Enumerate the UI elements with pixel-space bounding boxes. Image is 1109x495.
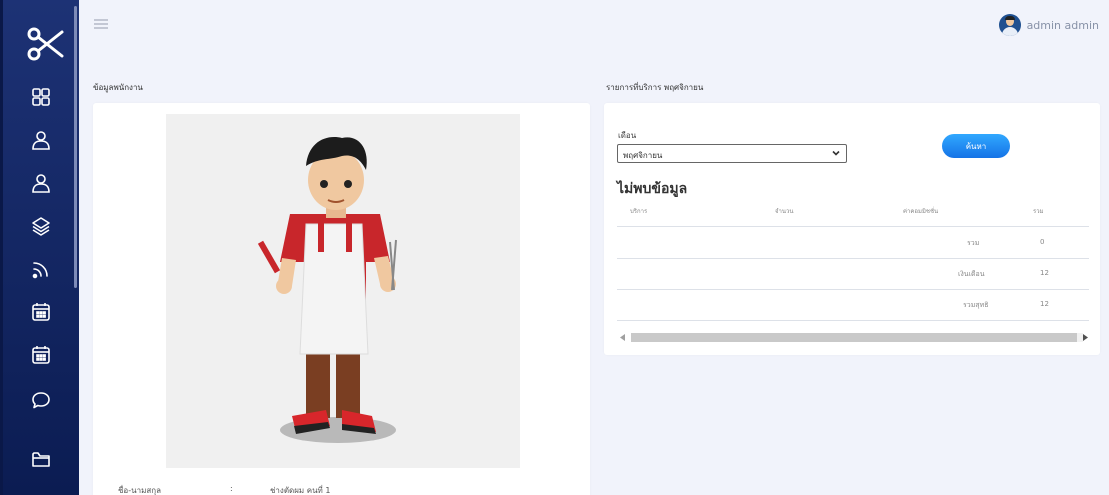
- summary-value: 12: [1040, 269, 1049, 277]
- column-header-service: บริการ: [630, 208, 648, 215]
- scissors-icon[interactable]: [26, 26, 66, 62]
- user-menu[interactable]: admin admin: [998, 14, 1099, 36]
- column-header-quantity: จำนวน: [775, 208, 794, 215]
- avatar: [998, 14, 1021, 36]
- summary-label: รวมสุทธิ: [963, 301, 989, 309]
- employee-name-value: ช่างตัดผม คนที่ 1: [270, 486, 331, 495]
- sidebar-item-chat[interactable]: [26, 385, 56, 415]
- sidebar-item-feed[interactable]: [26, 254, 56, 284]
- folder-icon: [32, 452, 50, 467]
- employee-section-title: ข้อมูลพนักงาน: [93, 83, 143, 92]
- month-select[interactable]: พฤศจิกายน: [617, 144, 847, 163]
- sidebar-scrollbar[interactable]: [74, 6, 77, 288]
- user-icon: [32, 174, 50, 193]
- rss-feed-icon: [32, 262, 48, 279]
- sidebar-item-dashboard[interactable]: [26, 82, 56, 112]
- sidebar: [0, 0, 79, 495]
- employee-name-row: ชื่อ-นามสกุล : ช่างตัดผม คนที่ 1: [118, 484, 330, 495]
- scroll-right-icon[interactable]: [1082, 334, 1088, 341]
- table-row-divider: [617, 258, 1089, 259]
- sidebar-item-calendar[interactable]: [26, 297, 56, 327]
- employee-photo: [166, 114, 520, 468]
- summary-value: 12: [1040, 300, 1049, 308]
- sidebar-item-user[interactable]: [26, 125, 56, 155]
- calendar-icon: [32, 303, 50, 321]
- summary-label: เงินเดือน: [958, 270, 985, 278]
- table-header-divider: [617, 226, 1089, 227]
- table-row-divider: [617, 289, 1089, 290]
- month-select-value: พฤศจิกายน: [623, 151, 663, 160]
- chevron-down-icon: [832, 150, 840, 156]
- layers-icon: [32, 217, 50, 236]
- table-row-divider: [617, 320, 1089, 321]
- employee-name-separator: :: [230, 484, 233, 493]
- employee-name-label: ชื่อ-นามสกุล: [118, 486, 161, 495]
- calendar-icon: [32, 346, 50, 364]
- scrollbar-thumb[interactable]: [631, 333, 1077, 342]
- search-button[interactable]: ค้นหา: [942, 134, 1010, 158]
- dashboard-grid-icon: [32, 88, 50, 106]
- horizontal-scrollbar[interactable]: [617, 331, 1089, 344]
- sidebar-item-user-2[interactable]: [26, 168, 56, 198]
- user-name: admin admin: [1026, 18, 1099, 32]
- scroll-left-icon[interactable]: [620, 334, 626, 341]
- no-data-message: ไม่พบข้อมูล: [617, 181, 688, 197]
- column-header-total: รวม: [1033, 208, 1044, 215]
- sidebar-item-layers[interactable]: [26, 211, 56, 241]
- summary-label: รวม: [967, 239, 980, 247]
- hamburger-menu-icon[interactable]: [93, 15, 109, 29]
- column-header-commission: ค่าคอมมิชชั่น: [903, 208, 939, 215]
- sidebar-item-calendar-2[interactable]: [26, 340, 56, 370]
- month-label: เดือน: [618, 131, 637, 140]
- user-icon: [32, 131, 50, 150]
- sidebar-item-folder[interactable]: [26, 444, 56, 474]
- report-section-title: รายการที่บริการ พฤศจิกายน: [606, 83, 704, 92]
- chat-bubble-icon: [32, 392, 50, 409]
- sidebar-rail: [0, 0, 3, 495]
- summary-value: 0: [1040, 238, 1045, 246]
- report-card: [604, 103, 1100, 355]
